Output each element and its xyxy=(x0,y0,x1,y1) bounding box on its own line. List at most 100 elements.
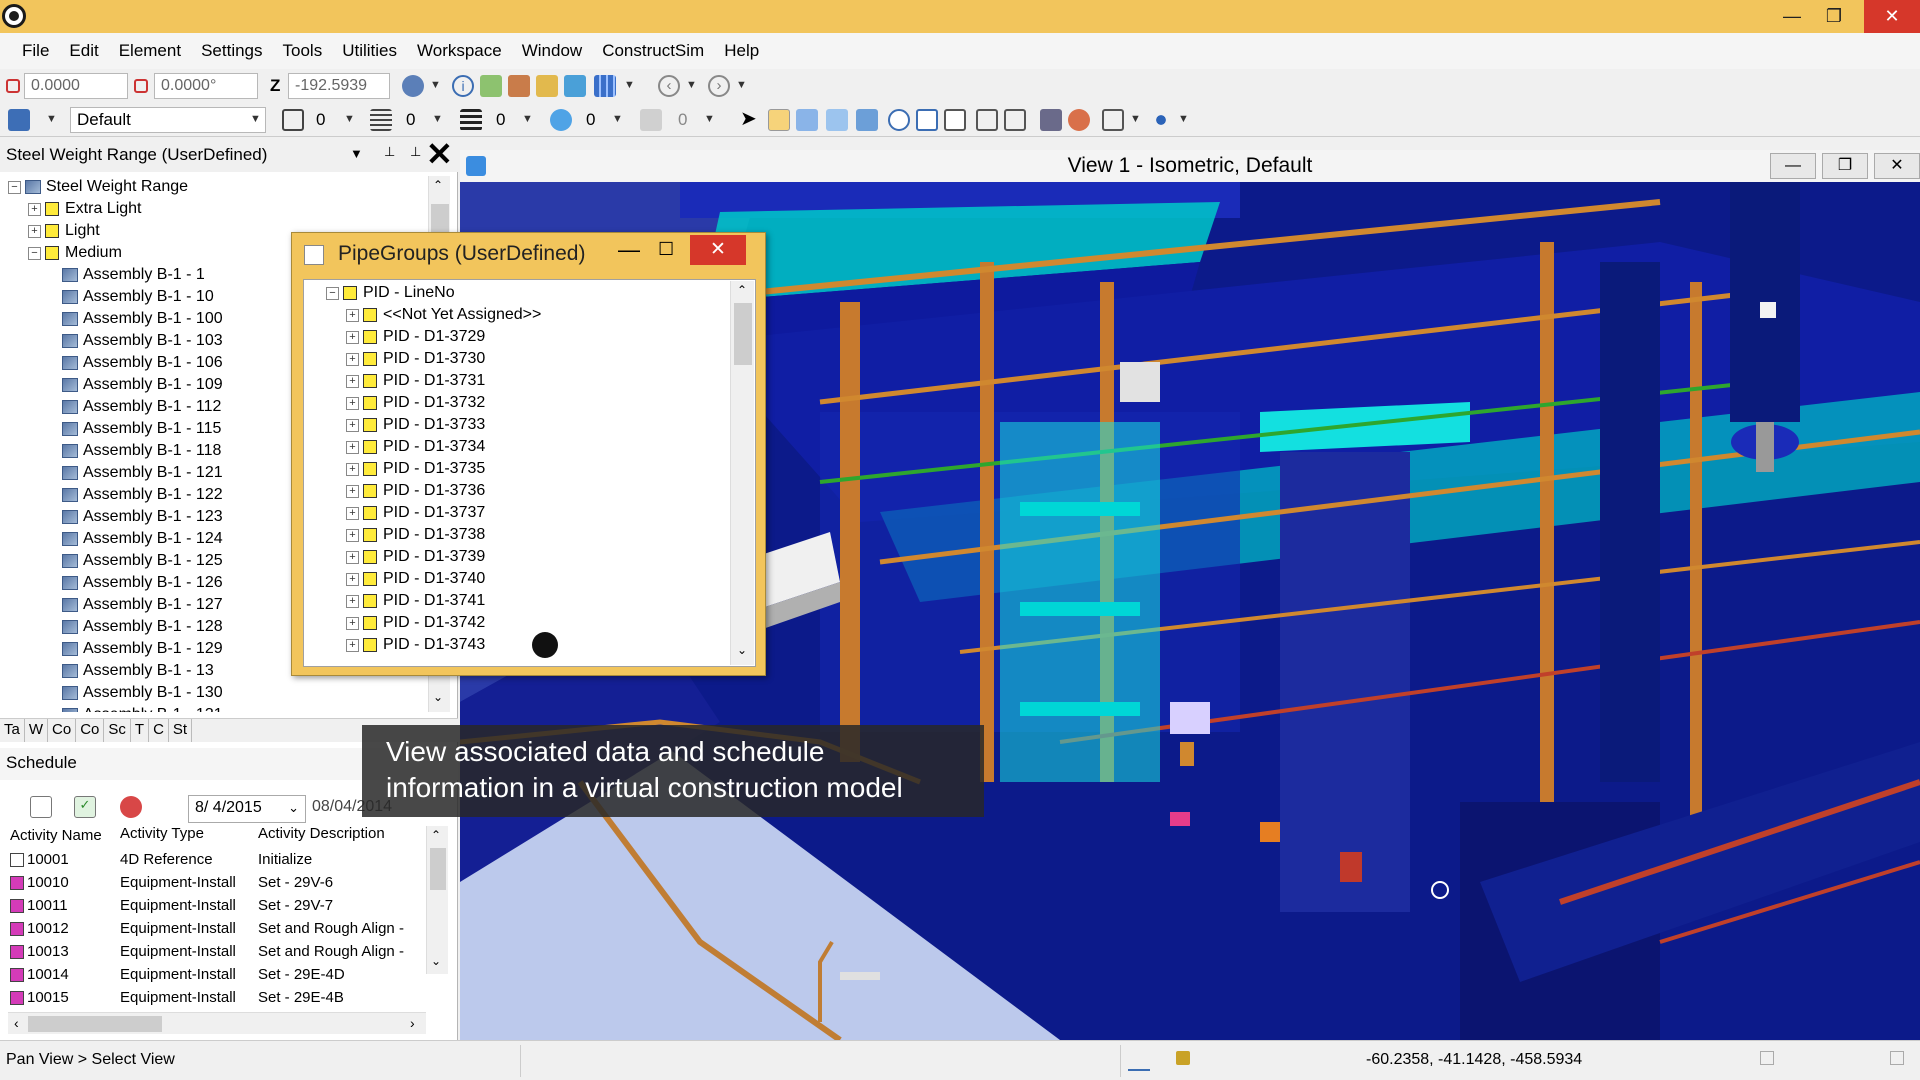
table-row[interactable]: 10011 Equipment-Install Set - 29V-7 xyxy=(10,894,430,917)
tree-item-pipegroup[interactable]: + PID - D1-3729 xyxy=(346,326,485,348)
pin-icon[interactable]: ⊥ xyxy=(410,144,421,160)
tree-item-assembly[interactable]: Assembly B-1 - 10 xyxy=(62,286,214,308)
chevron-down-icon[interactable]: ▼ xyxy=(612,113,623,125)
angle-field[interactable]: 0.0000° xyxy=(154,73,258,99)
collapse-icon[interactable]: − xyxy=(8,180,21,194)
table-row[interactable]: 10015 Equipment-Install Set - 29E-4B xyxy=(10,986,430,1009)
chevron-down-icon[interactable]: ▼ xyxy=(522,113,533,125)
tree-item-assembly[interactable]: Assembly B-1 - 1 xyxy=(62,264,205,286)
chevron-down-icon[interactable]: ▼ xyxy=(1178,113,1189,125)
expand-icon[interactable]: + xyxy=(346,396,359,410)
expand-icon[interactable]: + xyxy=(346,484,359,498)
measure-icon[interactable] xyxy=(536,75,558,97)
maximize-button[interactable]: ❐ xyxy=(1812,0,1856,33)
expand-icon[interactable]: + xyxy=(346,616,359,630)
render-icon[interactable] xyxy=(1068,109,1090,131)
chevron-up-icon[interactable]: ⌃ xyxy=(737,283,747,297)
tree-item-assembly[interactable]: Assembly B-1 - 126 xyxy=(62,572,223,594)
tree-item-assembly[interactable]: Assembly B-1 - 121 xyxy=(62,462,223,484)
close-icon[interactable]: ✕ xyxy=(426,136,453,172)
scrollbar-thumb[interactable] xyxy=(28,1016,162,1032)
chevron-down-icon[interactable]: ▼ xyxy=(344,113,355,125)
rotate-view-icon[interactable] xyxy=(856,109,878,131)
chevron-down-icon[interactable]: ⌄ xyxy=(288,800,299,816)
expand-icon[interactable]: + xyxy=(346,440,359,454)
edit-schedule-icon[interactable] xyxy=(30,796,52,818)
scrollbar-thumb[interactable] xyxy=(734,303,752,365)
tree-item-assembly[interactable]: Assembly B-1 - 112 xyxy=(62,396,221,418)
tree-item-assembly[interactable]: Assembly B-1 - 115 xyxy=(62,418,221,440)
checklist-icon[interactable]: ✓ xyxy=(74,796,96,818)
chevron-up-icon[interactable]: ⌃ xyxy=(433,178,443,192)
chevron-down-icon[interactable]: ▼ xyxy=(250,113,261,125)
menu-workspace[interactable]: Workspace xyxy=(417,41,502,61)
collapse-icon[interactable]: − xyxy=(326,286,339,300)
expand-icon[interactable]: + xyxy=(28,224,41,238)
walk-icon[interactable] xyxy=(796,109,818,131)
expand-icon[interactable]: + xyxy=(346,418,359,432)
tree-item-pipegroup[interactable]: + PID - D1-3743 xyxy=(346,634,485,656)
menu-tools[interactable]: Tools xyxy=(283,41,323,61)
tool-settings-icon[interactable] xyxy=(480,75,502,97)
analyze-icon[interactable] xyxy=(564,75,586,97)
view-minimize-button[interactable]: — xyxy=(1770,153,1816,179)
tree-item-assembly[interactable]: Assembly B-1 - 13 xyxy=(62,660,214,682)
tree-item-assembly[interactable]: Assembly B-1 - 129 xyxy=(62,638,223,660)
chevron-down-icon[interactable]: ▼ xyxy=(704,113,715,125)
level-manager-icon[interactable] xyxy=(8,109,30,131)
z-coordinate-field[interactable]: -192.5939 xyxy=(288,73,390,99)
close-button[interactable]: ✕ xyxy=(1864,0,1920,33)
view-previous-icon[interactable] xyxy=(1004,109,1026,131)
tree-item-pipegroup[interactable]: + PID - D1-3732 xyxy=(346,392,485,414)
menu-help[interactable]: Help xyxy=(724,41,759,61)
expand-icon[interactable]: + xyxy=(346,550,359,564)
tree-item-pipegroup[interactable]: + PID - D1-3733 xyxy=(346,414,485,436)
tree-item-pipegroup[interactable]: + PID - D1-3738 xyxy=(346,524,485,546)
panel-tab[interactable]: T xyxy=(131,719,150,742)
table-row[interactable]: 10012 Equipment-Install Set and Rough Alig… xyxy=(10,917,430,940)
panel-tab[interactable]: Co xyxy=(48,719,77,742)
tree-item-pipegroup[interactable]: + PID - D1-3731 xyxy=(346,370,485,392)
dialog-close-button[interactable]: ✕ xyxy=(690,235,746,265)
select-pointer-icon[interactable]: ➤ xyxy=(740,109,762,131)
chevron-down-icon[interactable]: ▼ xyxy=(624,79,635,91)
column-activity-description[interactable]: Activity Description xyxy=(258,825,430,845)
menu-settings[interactable]: Settings xyxy=(201,41,262,61)
table-row[interactable]: 10001 4D Reference Initialize xyxy=(10,848,430,871)
expand-icon[interactable]: + xyxy=(346,506,359,520)
tree-root-steel-weight-range[interactable]: − Steel Weight Range xyxy=(8,176,188,198)
expand-icon[interactable]: + xyxy=(346,462,359,476)
edit-icon[interactable] xyxy=(508,75,530,97)
snap-icon[interactable] xyxy=(1128,1051,1150,1071)
expand-icon[interactable]: + xyxy=(346,572,359,586)
scrollbar-thumb[interactable] xyxy=(431,204,449,234)
dialog-maximize-button[interactable]: ☐ xyxy=(658,239,674,260)
tree-item-assembly[interactable]: Assembly B-1 - 123 xyxy=(62,506,223,528)
dialog-minimize-button[interactable]: — xyxy=(618,237,640,263)
tree-item-pipegroup[interactable]: + PID - D1-3736 xyxy=(346,480,485,502)
panel-tab[interactable]: C xyxy=(149,719,169,742)
chevron-right-icon[interactable]: › xyxy=(410,1015,415,1031)
expand-icon[interactable]: + xyxy=(346,594,359,608)
chevron-down-icon[interactable]: ▼ xyxy=(1130,113,1141,125)
chevron-down-icon[interactable]: ▼ xyxy=(350,146,363,161)
schedule-scrollbar-horizontal[interactable]: ‹ › xyxy=(8,1012,426,1034)
panel-tab[interactable]: St xyxy=(169,719,193,742)
lighting-icon[interactable] xyxy=(1150,109,1172,131)
element-info-icon[interactable] xyxy=(402,75,424,97)
level-dropdown[interactable]: Default xyxy=(70,107,266,133)
expand-icon[interactable]: + xyxy=(346,374,359,388)
panel-tab[interactable]: Sc xyxy=(104,719,131,742)
tree-item-assembly[interactable]: Assembly B-1 - 128 xyxy=(62,616,223,638)
view-display-icon[interactable] xyxy=(1102,109,1124,131)
grid-icon[interactable] xyxy=(594,75,616,97)
camera-icon[interactable] xyxy=(1040,109,1062,131)
resize-grip-icon[interactable] xyxy=(1890,1051,1904,1065)
window-area-icon[interactable] xyxy=(976,109,998,131)
table-row[interactable]: 10010 Equipment-Install Set - 29V-6 xyxy=(10,871,430,894)
panel-tab[interactable]: Co xyxy=(76,719,105,742)
menu-file[interactable]: File xyxy=(22,41,49,61)
tree-item-pipegroup[interactable]: + PID - D1-3730 xyxy=(346,348,485,370)
tree-item-pipegroup[interactable]: + PID - D1-3737 xyxy=(346,502,485,524)
chevron-down-icon[interactable]: ▼ xyxy=(686,79,697,91)
